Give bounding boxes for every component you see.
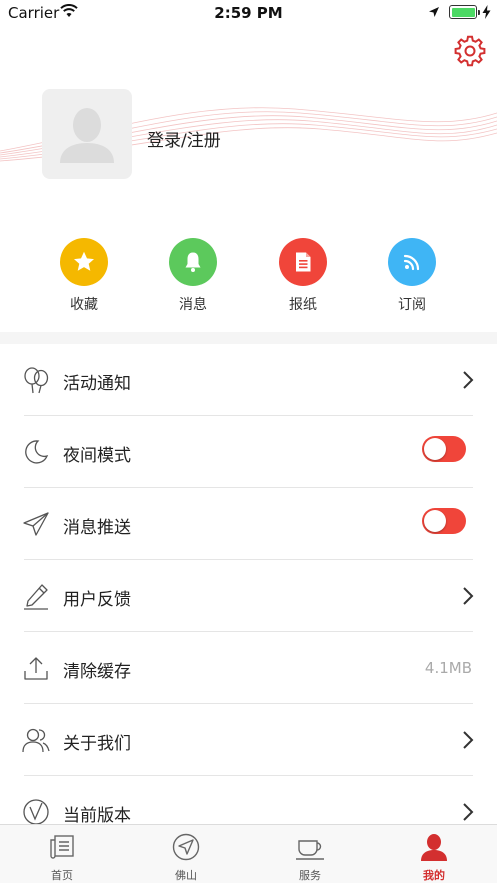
- person-icon: [421, 834, 447, 861]
- chevron-right-icon: [463, 803, 474, 821]
- menu-item-label: 消息推送: [63, 518, 131, 538]
- chevron-right-icon: [463, 587, 474, 605]
- settings-menu: 活动通知 夜间模式 消息推送 用户反馈 清除缓存 4.1MB 关于我们 当前版本: [0, 344, 497, 848]
- quick-action-subscriptions[interactable]: 订阅: [372, 238, 452, 314]
- quick-action-circle: [388, 238, 436, 286]
- battery-icon: [449, 5, 480, 19]
- balloons-icon: [24, 367, 49, 394]
- upload-icon: [24, 657, 48, 680]
- tab-label: 首页: [51, 869, 73, 882]
- quick-action-circle: [279, 238, 327, 286]
- users-icon: [22, 728, 50, 753]
- menu-item-night-mode[interactable]: 夜间模式: [0, 416, 497, 488]
- quick-action-label: 消息: [179, 297, 207, 313]
- menu-item-activity-notice[interactable]: 活动通知: [0, 344, 497, 416]
- menu-item-label: 关于我们: [63, 734, 131, 754]
- chevron-right-icon: [463, 371, 474, 389]
- default-avatar-icon: [60, 108, 114, 163]
- cup-icon: [296, 840, 324, 860]
- menu-item-about-us[interactable]: 关于我们: [0, 704, 497, 776]
- menu-item-label: 活动通知: [63, 374, 131, 394]
- rss-icon: [403, 254, 420, 271]
- tab-home[interactable]: 首页: [0, 825, 124, 883]
- menu-item-label: 用户反馈: [63, 590, 131, 610]
- tab-label: 我的: [423, 869, 445, 882]
- status-bar: Carrier 2:59 PM: [0, 0, 497, 26]
- tab-label: 服务: [299, 869, 321, 882]
- quick-action-favorites[interactable]: 收藏: [44, 238, 124, 314]
- tab-label: 佛山: [175, 869, 197, 882]
- menu-item-clear-cache[interactable]: 清除缓存 4.1MB: [0, 632, 497, 704]
- bell-icon: [185, 252, 201, 272]
- quick-action-label: 订阅: [398, 297, 426, 313]
- moon-icon: [25, 440, 49, 464]
- menu-item-push-notifications[interactable]: 消息推送: [0, 488, 497, 560]
- push-notifications-toggle[interactable]: [422, 508, 466, 534]
- login-register-link[interactable]: 登录/注册: [147, 126, 221, 151]
- settings-gear-icon[interactable]: [454, 35, 486, 67]
- cache-size-value: 4.1MB: [424, 659, 472, 677]
- quick-action-newspaper[interactable]: 报纸: [263, 238, 343, 314]
- tab-mine[interactable]: 我的: [372, 825, 496, 883]
- quick-action-circle: [60, 238, 108, 286]
- chevron-right-icon: [463, 731, 474, 749]
- version-icon: [23, 799, 49, 825]
- quick-action-messages[interactable]: 消息: [153, 238, 233, 314]
- pencil-icon: [24, 584, 48, 610]
- star-icon: [74, 251, 94, 271]
- toggle-knob: [424, 438, 446, 460]
- clock: 2:59 PM: [214, 4, 283, 22]
- menu-item-label: 当前版本: [63, 806, 131, 826]
- menu-item-label: 夜间模式: [63, 446, 131, 466]
- night-mode-toggle[interactable]: [422, 436, 466, 462]
- menu-item-label: 清除缓存: [63, 662, 131, 682]
- toggle-knob: [424, 510, 446, 532]
- paper-plane-icon: [23, 512, 49, 536]
- avatar[interactable]: [42, 89, 132, 179]
- compass-icon: [172, 833, 200, 861]
- tab-foshan[interactable]: 佛山: [124, 825, 248, 883]
- quick-action-label: 报纸: [289, 297, 317, 313]
- news-icon: [50, 835, 74, 859]
- section-divider: [0, 332, 497, 344]
- quick-action-circle: [169, 238, 217, 286]
- newspaper-icon: [296, 252, 311, 272]
- tab-bar: 首页 佛山 服务 我的: [0, 824, 497, 883]
- charging-bolt-icon: [482, 5, 491, 19]
- location-arrow-icon: [429, 7, 439, 17]
- tab-services[interactable]: 服务: [248, 825, 372, 883]
- menu-item-feedback[interactable]: 用户反馈: [0, 560, 497, 632]
- quick-actions: 收藏 消息 报纸 订阅: [0, 238, 497, 318]
- quick-action-label: 收藏: [70, 297, 98, 313]
